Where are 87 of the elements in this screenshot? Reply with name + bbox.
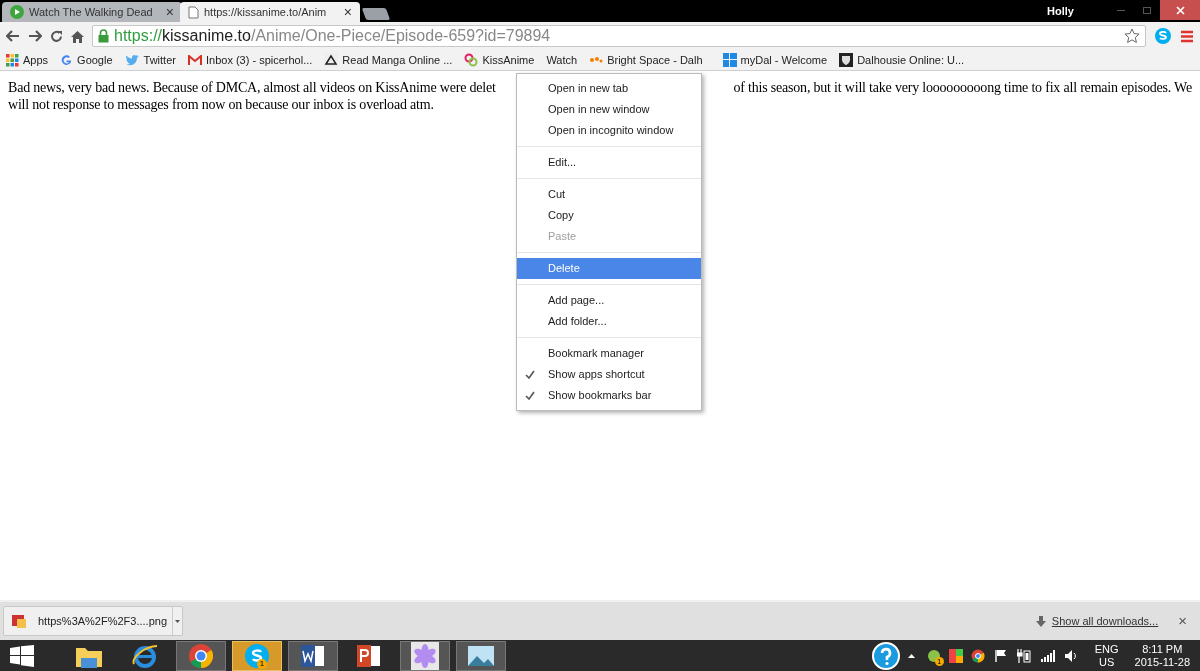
speaker-icon[interactable] (1064, 649, 1079, 662)
new-tab-button[interactable] (361, 8, 391, 20)
download-item[interactable]: https%3A%2F%2F3....png (3, 606, 183, 636)
bookmark[interactable]: Bright Space - Dalh (589, 51, 703, 69)
sketch-icon (324, 53, 339, 67)
menu-item[interactable]: Cut (517, 184, 701, 205)
download-filename: https%3A%2F%2F3....png (38, 613, 168, 629)
tab-close-button[interactable]: × (343, 5, 352, 19)
tab-close-button[interactable]: × (165, 5, 174, 19)
bookmark[interactable]: KissAnime (464, 51, 535, 69)
clock[interactable]: 8:11 PM 2015-11-28 (1134, 642, 1190, 669)
tab-title: https://kissanime.to/Anim (204, 4, 328, 20)
bookmark[interactable]: Twitter (124, 51, 176, 69)
taskbar-app-button[interactable] (176, 640, 226, 671)
show-all-downloads-link[interactable]: Show all downloads... (1051, 612, 1159, 630)
close-shelf-button[interactable]: × (1178, 609, 1187, 633)
notice-text: Bad news, very bad news. Because of DMCA, almost all videos on KissAnime were delet (8, 79, 496, 96)
bookmark[interactable]: Apps (6, 51, 49, 69)
menu-item[interactable]: Copy (517, 205, 701, 226)
colored-blocks-icon[interactable] (948, 648, 963, 663)
address-bar[interactable]: https://kissanime.to/Anime/One-Piece/Episode-659?id=79894 (92, 25, 1146, 47)
skype-icon (244, 642, 270, 669)
google-g-icon (60, 53, 74, 67)
bookmark[interactable]: Watch (546, 51, 578, 69)
bookmark[interactable]: Inbox (3) - spicerhol... (187, 51, 313, 69)
powerpoint-icon (356, 642, 382, 669)
menu-item[interactable]: Open in incognito window (517, 120, 701, 141)
menu-item[interactable]: Add page... (517, 290, 701, 311)
browser-tab[interactable]: Watch The Walking Dead × (2, 2, 182, 22)
play-icon (10, 5, 24, 19)
rings-icon (464, 53, 479, 67)
menu-item[interactable]: Edit... (517, 152, 701, 173)
url-text: https://kissanime.to/Anime/One-Piece/Episode-659?id=79894 (114, 26, 551, 46)
language-indicator[interactable]: ENG US (1094, 642, 1119, 669)
bookmark[interactable]: Dalhousie Online: U... (839, 51, 965, 69)
menu-item[interactable]: Open in new window (517, 99, 701, 120)
browser-tab[interactable]: https://kissanime.to/Anim × (180, 2, 360, 22)
download-arrow-icon (1035, 615, 1046, 627)
image-file-icon (12, 614, 26, 628)
chrome-icon (187, 641, 215, 670)
crest-icon (839, 53, 854, 67)
apps-grid-icon (6, 53, 19, 67)
windows-logo-icon (722, 53, 737, 67)
bookmark[interactable]: Read Manga Online ... (324, 51, 453, 69)
home-icon[interactable] (71, 29, 84, 43)
word-icon (300, 642, 326, 669)
taskbar-app-button[interactable] (400, 640, 450, 671)
flag-icon[interactable] (994, 649, 1007, 662)
padlock-icon (98, 29, 109, 43)
chrome-icon[interactable] (970, 648, 985, 663)
help-icon[interactable] (871, 641, 900, 670)
caret-icon (175, 619, 180, 623)
close-window-button[interactable] (1160, 0, 1200, 20)
taskbar-app-button[interactable] (456, 640, 506, 671)
menu-item[interactable]: Show apps shortcut (517, 364, 701, 385)
battery-plug-icon[interactable] (1016, 648, 1031, 663)
star-icon[interactable] (1124, 28, 1140, 44)
taskbar-app-button[interactable] (288, 640, 338, 671)
windows-start-icon[interactable] (10, 644, 34, 667)
bird-icon (124, 53, 140, 67)
notice-text: will not response to messages from now on because our inbox is overload atm. (8, 96, 434, 113)
menu-item[interactable]: Add folder... (517, 311, 701, 332)
page-icon (188, 5, 199, 19)
back-arrow-icon[interactable] (6, 30, 20, 42)
menu-icon[interactable] (1180, 29, 1194, 43)
menu-item[interactable]: Open in new tab (517, 78, 701, 99)
forward-arrow-icon[interactable] (28, 30, 42, 42)
bookmark[interactable]: Google (60, 51, 113, 69)
download-options-button[interactable] (172, 607, 182, 635)
dots-icon (589, 56, 604, 64)
profile-name[interactable]: Holly (1047, 2, 1074, 20)
landscape-icon (466, 643, 496, 668)
taskbar-app-button[interactable]: 1 (232, 640, 282, 671)
signal-bars-icon[interactable] (1040, 649, 1055, 662)
notification-badge: 1 (257, 658, 267, 669)
reload-icon[interactable] (50, 29, 63, 43)
flower-icon (411, 641, 439, 670)
caret-up-icon[interactable] (907, 653, 915, 658)
bookmark[interactable]: myDal - Welcome (722, 51, 828, 69)
notice-text: of this season, but it will take very looooooooong time to fix all remain episodes. We (733, 79, 1192, 96)
tray-app-icon[interactable] (926, 648, 941, 663)
tab-title: Watch The Walking Dead (29, 4, 154, 20)
close-icon (1175, 5, 1185, 15)
mail-icon (187, 54, 202, 66)
menu-item[interactable]: Bookmark manager (517, 343, 701, 364)
menu-item[interactable]: Show bookmarks bar (517, 385, 701, 406)
menu-item[interactable]: Delete (517, 258, 701, 279)
